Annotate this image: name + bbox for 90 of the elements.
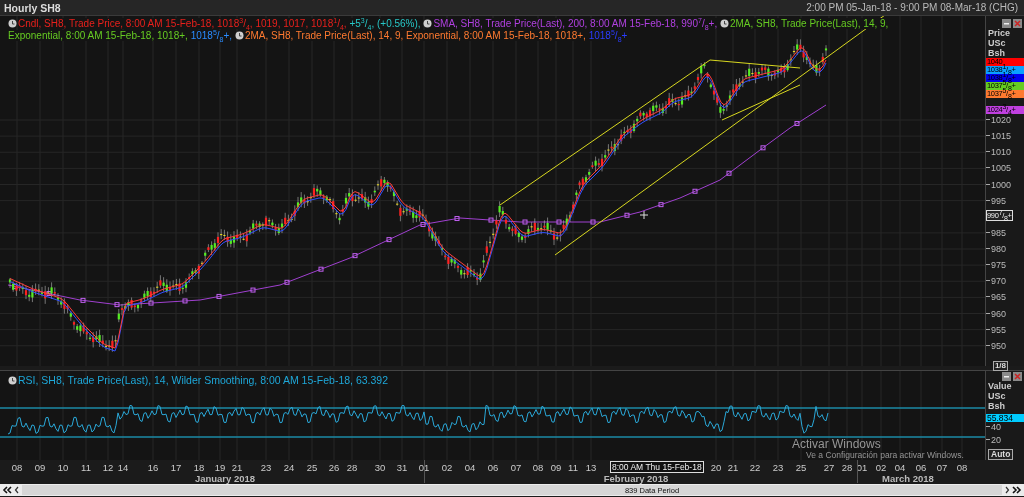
axis-tick-label: 985 xyxy=(991,227,1007,238)
legend-text: 2MA, SH8, Trade Price(Last), 14, 9, Exponential, 8:00 AM 15-Feb-18, 1018+, xyxy=(244,30,586,41)
date-tick-label: 25 xyxy=(306,462,318,473)
axis-tick-label: 40 xyxy=(991,422,1001,432)
rsi-value-badge: 55.834 xyxy=(986,414,1024,422)
date-tick-label: 08 xyxy=(11,462,23,473)
cursor-date-label: 8:00 AM Thu 15-Feb-18 xyxy=(610,461,704,473)
month-label: January 2018 xyxy=(194,473,256,484)
axis-unit-label: Price xyxy=(987,28,1012,38)
axis-tick-label: 1000 xyxy=(991,179,1012,190)
legend-text: RSI, SH8, Trade Price(Last), 14, Wilder Smoothing, 8:00 AM 15-Feb-18, 63.392 xyxy=(18,374,388,386)
minimize-icon[interactable] xyxy=(1002,19,1011,28)
date-tick-label: 04 xyxy=(894,462,906,473)
date-tick-label: 19 xyxy=(214,462,226,473)
date-tick-label: 27 xyxy=(823,462,835,473)
date-tick-label: 17 xyxy=(170,462,182,473)
date-tick-label: 10 xyxy=(57,462,69,473)
series-icon[interactable] xyxy=(8,19,17,28)
minimize-icon[interactable] xyxy=(1002,372,1011,381)
date-tick-label: 26 xyxy=(328,462,340,473)
date-tick-label: 01 xyxy=(418,462,430,473)
date-tick-label: 13 xyxy=(585,462,597,473)
date-tick-label: 21 xyxy=(231,462,243,473)
series-icon[interactable] xyxy=(423,19,433,28)
legend-text: +5$^{3}$/$_{4}$, (+0.56%), xyxy=(349,18,421,29)
series-icon[interactable] xyxy=(234,31,244,40)
scroll-right-icon[interactable] xyxy=(1004,486,1010,494)
date-tick-label: 12 xyxy=(102,462,114,473)
date-tick-label: 07 xyxy=(510,462,522,473)
date-tick-label: 23 xyxy=(260,462,272,473)
date-tick-label: 06 xyxy=(487,462,499,473)
date-tick-label: 30 xyxy=(374,462,386,473)
crosshair-icon xyxy=(639,210,649,220)
scroll-first-icon[interactable] xyxy=(2,486,12,494)
date-tick-label: 08 xyxy=(956,462,968,473)
activation-notice-title: Activar Windows xyxy=(792,438,882,451)
date-tick-label: 08 xyxy=(532,462,544,473)
date-range-text: 2:00 PM 05-Jan-18 - 9:00 PM 08-Mar-18 (CHG) xyxy=(806,2,1018,13)
axis-unit-label: USc xyxy=(987,391,1007,401)
series-icon[interactable] xyxy=(8,375,17,385)
date-tick-label: 23 xyxy=(772,462,784,473)
axis-tick-label: 960 xyxy=(991,308,1007,319)
activation-notice-text: Ve a Configuración para activar Windows. xyxy=(806,451,964,460)
legend-text: SMA, SH8, Trade Price(Last), 200, 8:00 AM 15-Feb-18, 990$^{7}$/$_{8}$+, xyxy=(433,18,718,29)
scroll-last-icon[interactable] xyxy=(1012,486,1022,494)
month-label: March 2018 xyxy=(882,473,934,484)
date-tick-label: 18 xyxy=(193,462,205,473)
axis-unit-label: Bsh xyxy=(987,48,1006,58)
date-tick-label: 24 xyxy=(283,462,295,473)
axis-tick-label: 995 xyxy=(991,195,1007,206)
date-tick-label: 11 xyxy=(568,462,578,473)
scale-button[interactable]: 1/8 xyxy=(992,361,1008,371)
date-tick-label: 22 xyxy=(749,462,761,473)
axis-tick-label: 1005 xyxy=(991,163,1012,174)
date-tick-label: 14 xyxy=(117,462,129,473)
date-tick-label: 02 xyxy=(875,462,887,473)
date-tick-label: 28 xyxy=(346,462,358,473)
date-tick-label: 16 xyxy=(147,462,159,473)
date-tick-label: 09 xyxy=(34,462,46,473)
date-tick-label: 20 xyxy=(710,462,722,473)
legend-text: 1018$^{5}$/$_{8}$+ xyxy=(588,30,628,41)
date-tick-label: 06 xyxy=(915,462,927,473)
axis-tick-label: 980 xyxy=(991,244,1007,254)
date-tick-label: 31 xyxy=(396,462,408,473)
axis-tick-label: 1010 xyxy=(991,147,1012,158)
axis-tick-label: 1015 xyxy=(991,131,1012,142)
date-tick-label: 07 xyxy=(936,462,948,473)
date-tick-label: 04 xyxy=(464,462,476,473)
axis-unit-label: USc xyxy=(987,38,1007,48)
date-tick-label: 09 xyxy=(550,462,562,473)
date-tick-label: 25 xyxy=(795,462,807,473)
legend-text: 1018$^{5}$/$_{8}$+, xyxy=(190,30,233,41)
date-tick-label: 21 xyxy=(727,462,739,473)
axis-tick-label: 955 xyxy=(991,324,1007,335)
legend-text: Cndl, SH8, Trade Price, 8:00 AM 15-Feb-18, 1018$^{3}$/$_{4}$, 1019, 1017, 1018$^{1}$/$_{4}$, xyxy=(18,18,347,29)
axis-tick-label: 1020 xyxy=(991,115,1012,125)
date-tick-label: 02 xyxy=(441,462,453,473)
axis-tick-label: 20 xyxy=(991,435,1001,445)
axis-unit-label: Bsh xyxy=(987,401,1006,411)
month-label: February 2018 xyxy=(603,473,669,484)
scroll-left-icon[interactable] xyxy=(14,486,20,494)
axis-tick-label: 965 xyxy=(991,292,1007,303)
axis-tick-label: 970 xyxy=(991,276,1007,287)
date-tick-label: 11 xyxy=(81,462,91,473)
axis-tick-label: 975 xyxy=(991,260,1007,271)
date-tick-label: 28 xyxy=(841,462,853,473)
axis-unit-label: Value xyxy=(987,381,1013,391)
series-icon[interactable] xyxy=(719,19,729,28)
window-title: Hourly SH8 xyxy=(4,1,61,14)
axis-tick-label: 950 xyxy=(991,340,1007,351)
